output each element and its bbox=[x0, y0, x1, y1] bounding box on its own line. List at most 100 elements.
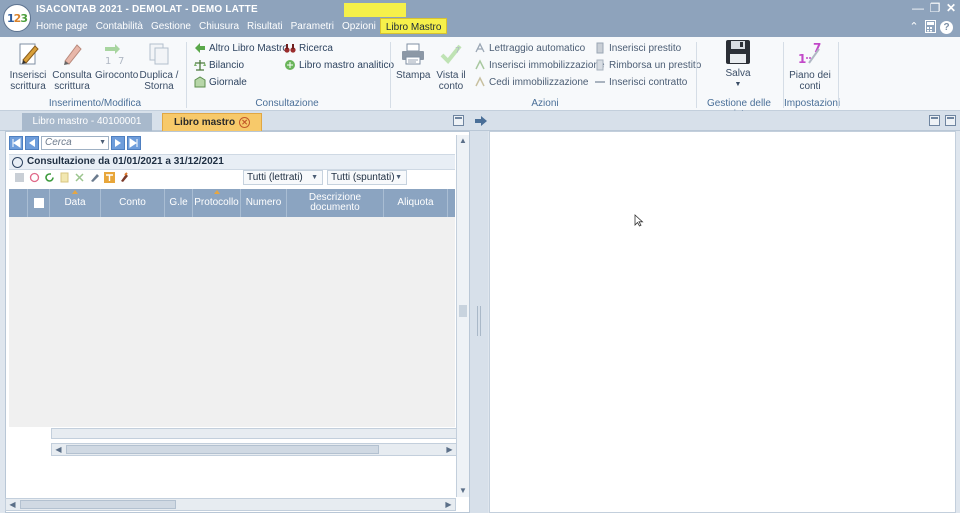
print-button[interactable]: Stampa bbox=[396, 41, 430, 81]
panel-layout-icon[interactable] bbox=[453, 115, 464, 126]
help-icon[interactable]: ? bbox=[940, 21, 953, 34]
column-numero[interactable]: Numero bbox=[241, 189, 287, 217]
clear-filter-icon[interactable] bbox=[29, 172, 40, 183]
restore-icon[interactable]: ❐ bbox=[927, 1, 943, 15]
select-all-checkbox[interactable] bbox=[33, 198, 44, 208]
view-account-button[interactable]: 7 Vista il conto bbox=[434, 41, 468, 92]
panel-splitter[interactable] bbox=[470, 131, 488, 513]
insert-asset-button[interactable]: Inserisci immobilizzazione bbox=[474, 59, 605, 71]
analytic-ledger-button[interactable]: Libro mastro analitico bbox=[284, 59, 394, 71]
panel-horizontal-scrollbar[interactable]: ◀ ▶ bbox=[5, 498, 456, 511]
column-descrizione[interactable]: Descrizione documento bbox=[287, 189, 384, 217]
calculator-icon[interactable] bbox=[922, 20, 938, 35]
ledger-grid-body[interactable] bbox=[9, 217, 455, 427]
search-placeholder: Cerca bbox=[45, 137, 72, 148]
menu-libro-mastro[interactable]: Libro Mastro bbox=[379, 18, 448, 34]
dispose-asset-button[interactable]: Cedi immobilizzazione bbox=[474, 76, 588, 88]
scroll-thumb[interactable] bbox=[66, 445, 379, 454]
excel-export-icon[interactable] bbox=[74, 172, 85, 183]
app-title: ISACONTAB 2021 - DEMOLAT - DEMO LATTE bbox=[36, 4, 258, 15]
column-label: G.le bbox=[169, 197, 188, 208]
column-gle[interactable]: G.le bbox=[165, 189, 193, 217]
menu-parametri[interactable]: Parametri bbox=[287, 19, 338, 35]
insert-contract-button[interactable]: Inserisci contratto bbox=[594, 76, 687, 88]
menu-contabilita[interactable]: Contabilità bbox=[92, 19, 147, 35]
period-label: Consultazione da 01/01/2021 a 31/12/2021 bbox=[27, 156, 224, 167]
column-data[interactable]: Data bbox=[50, 189, 101, 217]
scroll-left-icon[interactable]: ◀ bbox=[53, 444, 64, 455]
next-record-icon[interactable] bbox=[111, 136, 125, 150]
search-input[interactable]: Cerca ▼ bbox=[41, 136, 109, 150]
chart-of-accounts-label: Piano dei conti bbox=[789, 70, 831, 92]
first-record-icon[interactable] bbox=[9, 136, 23, 150]
last-record-icon[interactable] bbox=[127, 136, 141, 150]
chart-of-accounts-button[interactable]: 17 Piano dei conti bbox=[788, 41, 832, 92]
splitter-grip[interactable] bbox=[477, 306, 481, 336]
scroll-down-icon[interactable]: ▼ bbox=[457, 485, 469, 497]
collapse-ribbon-icon[interactable]: ⌃ bbox=[906, 20, 922, 35]
tab-libro-mastro[interactable]: Libro mastro ✕ bbox=[162, 113, 262, 131]
panel-layout-icon[interactable] bbox=[929, 115, 940, 126]
period-header: Consultazione da 01/01/2021 a 31/12/2021 bbox=[9, 154, 455, 170]
other-ledger-button[interactable]: Altro Libro Mastro bbox=[194, 42, 288, 54]
panel-layout-icon[interactable] bbox=[945, 115, 956, 126]
save-view-button[interactable]: Salva ▼ bbox=[720, 39, 756, 90]
column-conto[interactable]: Conto bbox=[101, 189, 165, 217]
close-tab-icon[interactable]: ✕ bbox=[239, 117, 251, 128]
insert-loan-button[interactable]: Inserisci prestito bbox=[594, 42, 681, 54]
column-label: Descrizione documento bbox=[308, 192, 362, 213]
giornale-button[interactable]: Giornale bbox=[194, 76, 247, 88]
minimize-icon[interactable]: — bbox=[910, 1, 926, 15]
refresh-icon[interactable] bbox=[44, 172, 55, 183]
duplicate-reverse-button[interactable]: Duplica / Storna bbox=[138, 41, 180, 92]
scroll-thumb[interactable] bbox=[20, 500, 176, 509]
dropdown-arrow-icon[interactable]: ▼ bbox=[99, 137, 106, 149]
arrow-right-icon[interactable] bbox=[474, 115, 488, 127]
floppy-disk-icon bbox=[725, 39, 751, 65]
auto-lettering-button[interactable]: Lettraggio automatico bbox=[474, 42, 585, 54]
scroll-right-icon[interactable]: ▶ bbox=[444, 444, 455, 455]
document-icon[interactable] bbox=[59, 172, 70, 183]
highlighter-icon[interactable] bbox=[119, 172, 130, 183]
save-grid-icon[interactable] bbox=[14, 172, 25, 183]
giroconto-button[interactable]: 17 Giroconto bbox=[95, 41, 138, 81]
bilancio-label: Bilancio bbox=[209, 59, 245, 71]
scroll-thumb[interactable] bbox=[459, 305, 467, 317]
grid-footer-bar bbox=[51, 428, 457, 439]
app-logo[interactable]: 123 bbox=[3, 4, 31, 32]
consult-entry-button[interactable]: Consulta scrittura bbox=[52, 41, 92, 92]
scroll-up-icon[interactable]: ▲ bbox=[457, 135, 469, 147]
grid-toolbar bbox=[14, 172, 130, 183]
checked-filter-select[interactable]: Tutti (spuntati) ▼ bbox=[327, 170, 407, 185]
column-label: Data bbox=[64, 197, 86, 208]
detail-panel[interactable] bbox=[489, 131, 956, 513]
menu-opzioni[interactable]: Opzioni bbox=[338, 19, 380, 35]
filter-toggle-icon[interactable] bbox=[104, 172, 115, 183]
record-navigator: Cerca ▼ bbox=[9, 136, 141, 150]
menu-gestione[interactable]: Gestione bbox=[147, 19, 195, 35]
scroll-left-icon[interactable]: ◀ bbox=[7, 499, 18, 510]
repay-loan-button[interactable]: Rimborsa un prestito bbox=[594, 59, 701, 71]
insert-entry-button[interactable]: Inserisci scrittura bbox=[8, 41, 48, 92]
menu-home-page[interactable]: Home page bbox=[32, 19, 92, 35]
close-icon[interactable]: ✕ bbox=[943, 1, 959, 15]
tab-libro-mastro-account[interactable]: Libro mastro - 40100001 bbox=[22, 113, 152, 131]
column-protocollo[interactable]: Protocollo bbox=[193, 189, 241, 217]
group-label-azioni: Azioni bbox=[531, 98, 559, 109]
lettered-filter-select[interactable]: Tutti (lettrati) ▼ bbox=[243, 170, 323, 185]
menu-risultati[interactable]: Risultati bbox=[243, 19, 287, 35]
previous-record-icon[interactable] bbox=[25, 136, 39, 150]
scroll-right-icon[interactable]: ▶ bbox=[443, 499, 454, 510]
column-aliquota[interactable]: Aliquota bbox=[384, 189, 448, 217]
journal-icon bbox=[194, 76, 206, 88]
panel-vertical-scrollbar[interactable]: ▲ ▼ bbox=[456, 135, 469, 497]
menu-chiusura[interactable]: Chiusura bbox=[195, 19, 243, 35]
grid-horizontal-scrollbar[interactable]: ◀ ▶ bbox=[51, 443, 457, 456]
insert-loan-label: Inserisci prestito bbox=[609, 42, 682, 54]
ribbon-separator bbox=[390, 42, 391, 108]
ricerca-button[interactable]: Ricerca bbox=[284, 42, 333, 54]
edit-icon[interactable] bbox=[89, 172, 100, 183]
select-all-checkbox-cell[interactable] bbox=[28, 189, 50, 217]
bilancio-button[interactable]: Bilancio bbox=[194, 59, 244, 71]
balance-scale-icon bbox=[194, 59, 206, 71]
